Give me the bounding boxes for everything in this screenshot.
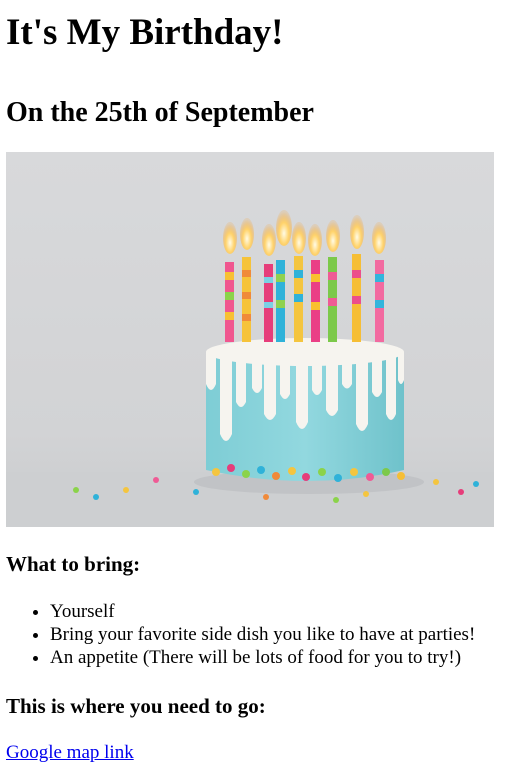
what-to-bring-heading: What to bring:: [6, 552, 141, 576]
directions-heading: This is where you need to go:: [6, 694, 266, 718]
google-map-link[interactable]: Google map link: [6, 742, 134, 764]
list-item: An appetite (There will be lots of food …: [50, 646, 519, 669]
page-title: It's My Birthday!: [6, 12, 284, 53]
page-subtitle: On the 25th of September: [6, 97, 314, 128]
bring-list: Yourself Bring your favorite side dish y…: [6, 600, 519, 669]
page: It's My Birthday! On the 25th of Septemb…: [0, 0, 519, 764]
list-item: Bring your favorite side dish you like t…: [50, 623, 519, 646]
birthday-cake-image: [6, 152, 494, 527]
list-item: Yourself: [50, 600, 519, 623]
